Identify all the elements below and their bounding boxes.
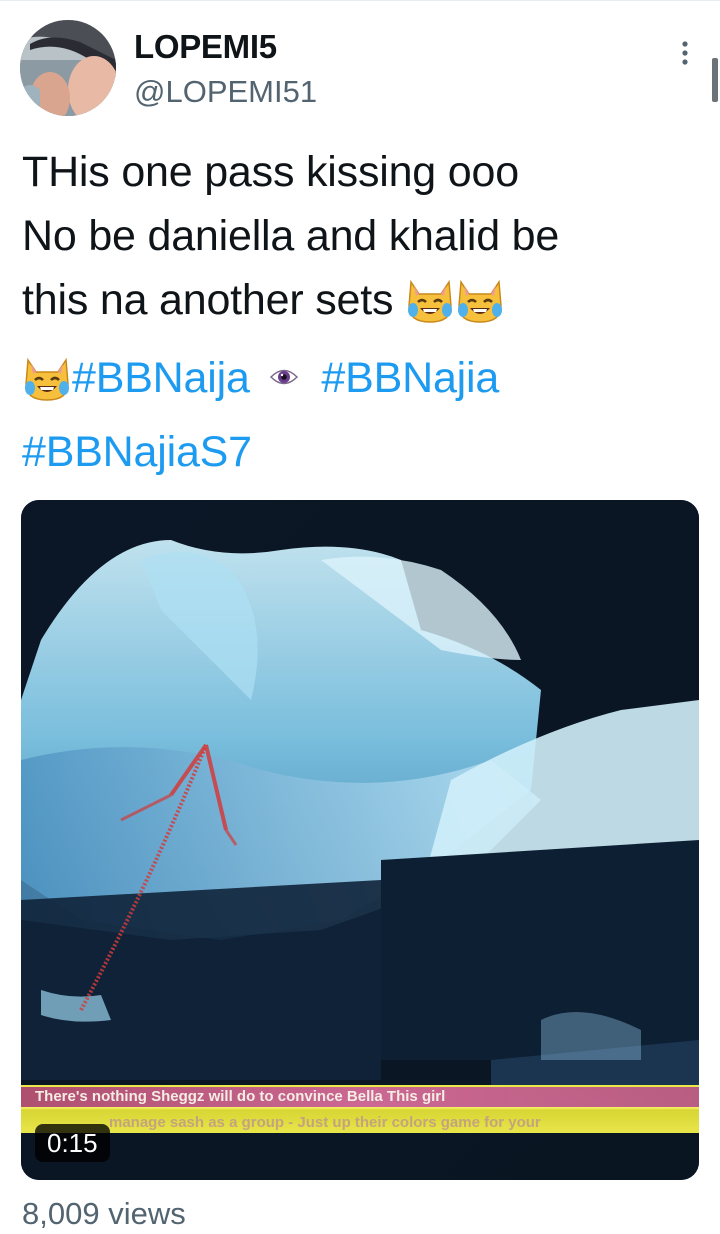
- ticker-subline: manage sash as a group - Just up their c…: [109, 1114, 541, 1131]
- tweet-header: LOPEMI5 @LOPEMI51: [0, 0, 720, 130]
- tweet-text-line: THis one pass kissing ooo: [22, 148, 519, 196]
- more-options-button[interactable]: [668, 38, 702, 68]
- hashtag-link[interactable]: #BBNajia: [321, 354, 499, 402]
- cat-tears-of-joy-icon: [455, 276, 505, 342]
- tweet-text-line: #BBNaija #BBNajia: [22, 342, 702, 420]
- more-vertical-icon: [682, 41, 688, 65]
- tweet-text: THis one pass kissing ooo No be daniella…: [22, 140, 702, 484]
- video-duration-badge: 0:15: [35, 1124, 110, 1162]
- video-frame: [21, 500, 699, 1180]
- view-count: 8,009 views: [22, 1196, 186, 1231]
- video-player[interactable]: There's nothing Sheggz will do to convin…: [21, 500, 699, 1180]
- hashtag-link[interactable]: #BBNaija: [72, 354, 250, 402]
- tweet-text-line: No be daniella and khalid be: [22, 212, 560, 260]
- hashtag-link[interactable]: #BBNajiaS7: [22, 428, 252, 476]
- ticker-headline: There's nothing Sheggz will do to convin…: [21, 1087, 699, 1107]
- cat-tears-of-joy-icon: [22, 354, 72, 420]
- eye-icon: [269, 342, 299, 406]
- tweet-text-line: #BBNajiaS7: [22, 420, 702, 484]
- avatar[interactable]: [20, 20, 116, 116]
- display-name[interactable]: LOPEMI5: [134, 28, 317, 66]
- cat-tears-of-joy-icon: [405, 276, 455, 342]
- scrollbar[interactable]: [712, 58, 718, 102]
- tweet-text-line: this na another sets: [22, 268, 702, 342]
- user-handle[interactable]: @LOPEMI51: [134, 72, 317, 112]
- tweet-text-segment: this na another sets: [22, 276, 394, 324]
